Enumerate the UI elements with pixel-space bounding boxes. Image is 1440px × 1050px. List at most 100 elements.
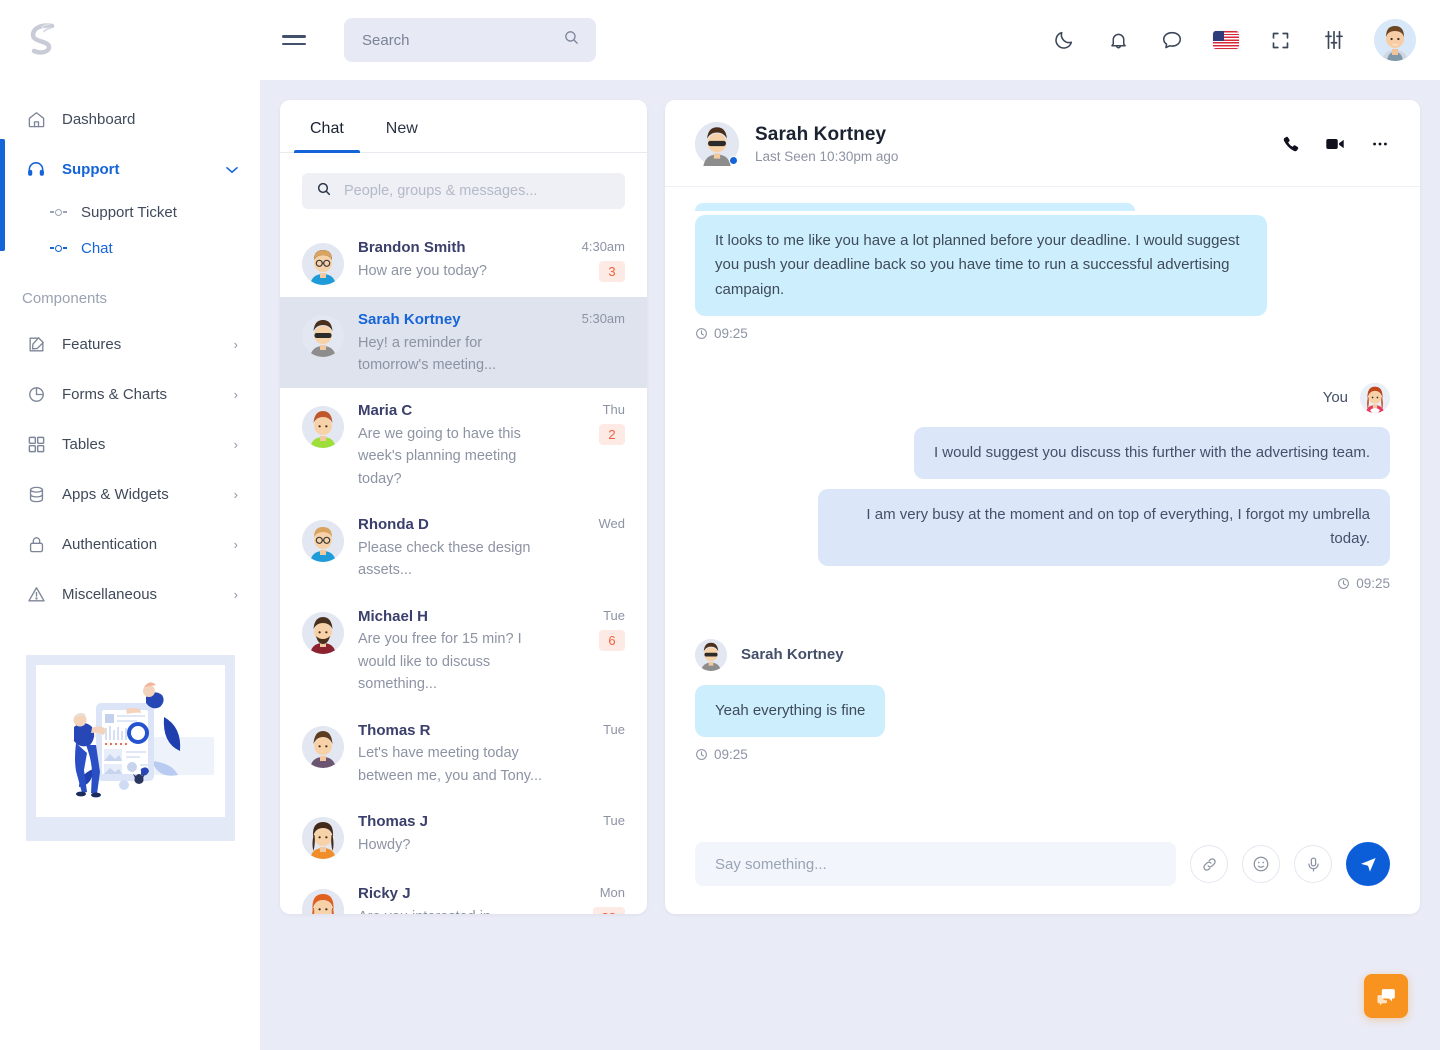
sidebar-item-tables[interactable]: Tables › (0, 419, 260, 469)
list-item-time: Tue (603, 813, 625, 829)
message-bubble-icon[interactable] (1158, 26, 1186, 54)
avatar (1360, 382, 1390, 413)
sidebar-item-label: Authentication (62, 535, 158, 553)
list-item[interactable]: Thomas R Let's have meeting today betwee… (280, 708, 647, 799)
search-icon (316, 181, 332, 202)
sidebar-item-apps-widgets[interactable]: Apps & Widgets › (0, 469, 260, 519)
tab-new[interactable]: New (378, 100, 426, 152)
home-icon (26, 109, 46, 129)
video-camera-icon[interactable] (1324, 133, 1346, 155)
unread-badge: 28 (592, 907, 625, 914)
message-sender-contact: Sarah Kortney (695, 638, 1390, 671)
sidebar-item-features[interactable]: Features › (0, 319, 260, 369)
language-flag-usa-icon[interactable] (1212, 26, 1240, 54)
sidebar-item-forms-charts[interactable]: Forms & Charts › (0, 369, 260, 419)
sidebar-item-label: Miscellaneous (62, 585, 158, 603)
sidebar-item-label: Tables (62, 435, 106, 453)
chevron-right-icon: › (233, 386, 238, 402)
headset-icon (26, 159, 46, 179)
list-item[interactable]: Rhonda D Please check these design asset… (280, 502, 647, 593)
user-avatar[interactable] (1374, 19, 1416, 61)
sidebar-item-authentication[interactable]: Authentication › (0, 519, 260, 569)
list-item-time: Mon (599, 885, 625, 901)
avatar (302, 243, 344, 285)
message-composer (665, 842, 1420, 914)
list-item[interactable]: Thomas J Howdy? Tue (280, 799, 647, 871)
pie-chart-icon (26, 384, 46, 404)
unread-badge: 3 (599, 261, 625, 282)
fullscreen-icon[interactable] (1266, 26, 1294, 54)
clock-icon (696, 327, 707, 339)
chat-support-fab[interactable] (1364, 974, 1408, 1018)
chevron-right-icon: › (233, 486, 238, 502)
main-area: Chat New (260, 0, 1440, 1050)
list-item-message: How are you today? (358, 262, 487, 279)
sender-label: You (1322, 389, 1348, 407)
sidebar-item-label: Forms & Charts (62, 385, 168, 403)
sidebar-item-support[interactable]: Support (0, 144, 260, 194)
chat-list-tabs: Chat New (280, 100, 647, 153)
global-search[interactable] (344, 18, 596, 62)
content-area: Chat New People, groups & messages... Br… (260, 80, 1440, 1050)
list-item-message: Hey! a reminder for tomorrow's meeting..… (358, 334, 497, 373)
sidebar-item-label: Support (62, 160, 120, 178)
attachment-link-icon[interactable] (1190, 845, 1228, 883)
chat-list[interactable]: Brandon Smith How are you today? 4:30am … (280, 215, 647, 914)
list-item[interactable]: Michael H Are you free for 15 min? I wou… (280, 594, 647, 708)
send-icon[interactable] (1346, 842, 1390, 886)
message-incoming: It looks to me like you have a lot plann… (695, 215, 1390, 341)
conversation-header: Sarah Kortney Last Seen 10:30pm ago (665, 100, 1420, 187)
sidebar-item-label: Apps & Widgets (62, 485, 169, 503)
list-item[interactable]: Brandon Smith How are you today? 4:30am … (280, 225, 647, 297)
list-item-message: Please check these design assets... (358, 539, 531, 579)
list-item-time: 4:30am (581, 239, 625, 254)
hamburger-menu-icon[interactable] (282, 26, 310, 54)
message-text: I would suggest you discuss this further… (913, 426, 1390, 480)
chat-bubbles-icon (1377, 989, 1395, 1006)
message-outgoing: I would suggest you discuss this further… (695, 426, 1390, 480)
search-icon (563, 29, 580, 51)
sidebar-subitem-chat[interactable]: Chat (0, 230, 260, 266)
dark-mode-moon-icon[interactable] (1050, 26, 1078, 54)
settings-sliders-icon[interactable] (1320, 26, 1348, 54)
bullet-dot-icon (50, 208, 67, 216)
message-timestamp: 09:25 (695, 576, 1390, 591)
sidebar-item-dashboard[interactable]: Dashboard (0, 94, 260, 144)
list-item[interactable]: Maria C Are we going to have this week's… (280, 388, 647, 502)
notification-bell-icon[interactable] (1104, 26, 1132, 54)
promo-illustration (36, 665, 225, 817)
tab-chat[interactable]: Chat (294, 100, 360, 153)
sidebar-subitem-support-ticket[interactable]: Support Ticket (0, 194, 260, 230)
sidebar-subitem-label: Support Ticket (81, 203, 177, 221)
message-timestamp: 09:25 (695, 747, 1390, 762)
message-incoming: Yeah everything is fine 09:25 (695, 684, 1390, 762)
message-input[interactable] (715, 855, 1156, 873)
sidebar-item-miscellaneous[interactable]: Miscellaneous › (0, 569, 260, 619)
list-item[interactable]: Ricky J Are you interested in Mon 28 (280, 871, 647, 914)
emoji-smiley-icon[interactable] (1242, 845, 1280, 883)
list-item[interactable]: Sarah Kortney Hey! a reminder for tomorr… (280, 297, 647, 389)
avatar (695, 638, 727, 671)
conversation-title: Sarah Kortney (755, 124, 887, 145)
message-list[interactable]: It looks to me like you have a lot plann… (665, 187, 1420, 842)
more-options-icon[interactable] (1370, 134, 1390, 154)
composer-input-wrap[interactable] (695, 842, 1176, 886)
chat-list-search[interactable] (302, 173, 625, 209)
avatar (302, 725, 344, 768)
sidebar-promo-card (26, 655, 235, 841)
chevron-right-icon: › (233, 336, 238, 352)
app-logo[interactable] (0, 0, 260, 80)
avatar-image (1374, 19, 1416, 61)
online-status-dot (729, 156, 738, 165)
list-item-name: Thomas R (358, 721, 431, 739)
chat-list-search-input[interactable] (344, 183, 611, 199)
chevron-right-icon: › (233, 536, 238, 552)
search-input[interactable] (362, 31, 552, 49)
microphone-icon[interactable] (1294, 845, 1332, 883)
phone-call-icon[interactable] (1281, 135, 1300, 154)
avatar (302, 889, 344, 914)
list-item-time: 5:30am (581, 311, 625, 326)
scrolled-message-edge (695, 203, 1135, 211)
chevron-right-icon: › (233, 436, 238, 452)
usa-flag (1213, 31, 1239, 49)
